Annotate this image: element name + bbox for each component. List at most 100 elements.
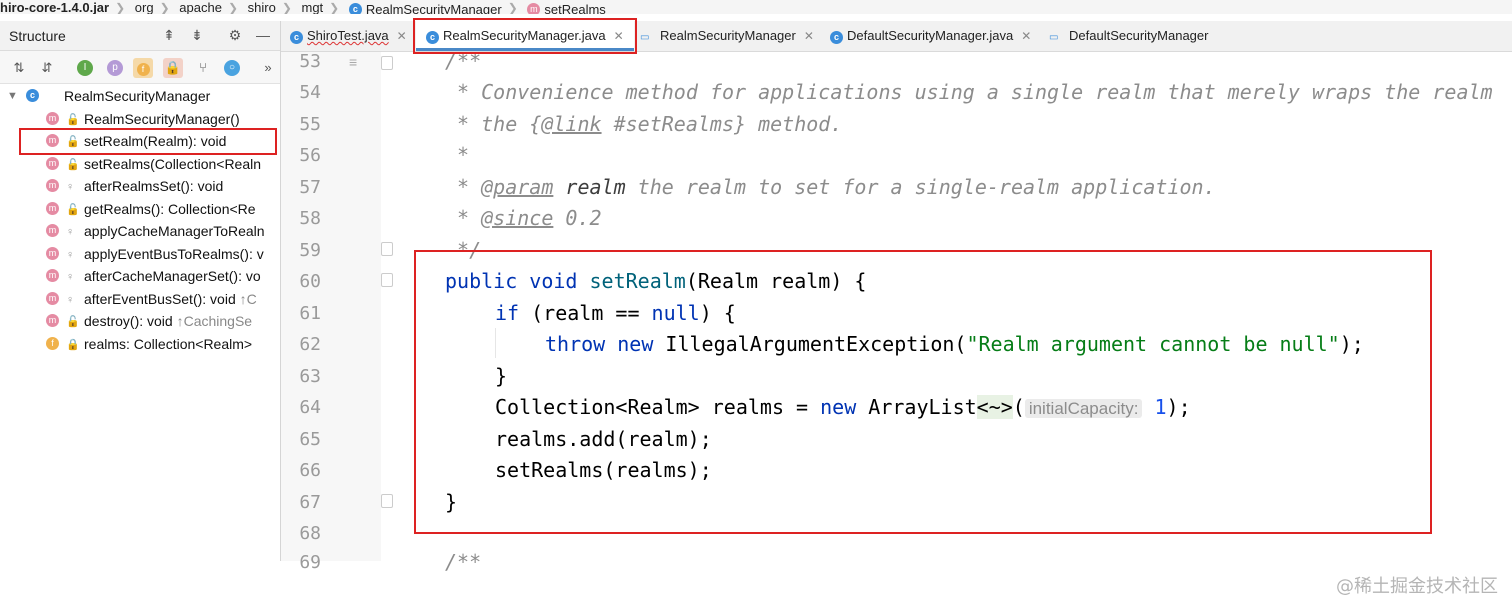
tree-item-label: destroy(): void xyxy=(84,313,177,329)
gear-icon[interactable]: ⚙ xyxy=(226,26,244,44)
tree-item-label: getRealms(): Collection<Re xyxy=(84,201,256,217)
tree-item[interactable]: m ♀ afterEventBusSet(): void ↑C xyxy=(0,288,280,310)
line-number: 68 xyxy=(299,523,321,544)
breadcrumb-separator-icon: ❯ xyxy=(281,1,292,14)
breadcrumb-separator-icon: ❯ xyxy=(329,1,340,14)
tree-item[interactable]: m ♀ applyEventBusToRealms(): v xyxy=(0,243,280,265)
minimize-icon[interactable]: — xyxy=(254,26,272,44)
tree-item[interactable]: m ♀ applyCacheManagerToRealn xyxy=(0,220,280,242)
tree-root[interactable]: ▼ c RealmSecurityManager xyxy=(0,85,280,107)
method-icon: m xyxy=(46,247,59,260)
show-properties-icon[interactable]: p xyxy=(107,60,123,76)
fold-marker-icon[interactable] xyxy=(381,242,393,256)
public-access-icon: 🔓 xyxy=(66,159,80,171)
tree-item-suffix: ↑C xyxy=(239,291,257,307)
tree-item-label: RealmSecurityManager() xyxy=(84,111,240,127)
breadcrumb-item-method[interactable]: m setRealms xyxy=(527,1,606,14)
tree-item-label: afterEventBusSet(): void xyxy=(84,291,240,307)
breadcrumb: hiro-core-1.4.0.jar ❯ org ❯ apache ❯ shiro ❯… xyxy=(0,0,1512,14)
decompiled-class-icon: ▭ xyxy=(640,32,650,43)
tree-item-label: applyEventBusToRealms(): v xyxy=(84,246,264,262)
close-icon[interactable]: ✕ xyxy=(397,29,407,43)
tab-label: RealmSecurityManager xyxy=(660,28,796,43)
show-inherited-icon[interactable]: I xyxy=(77,60,93,76)
breadcrumb-method-label: setRealms xyxy=(544,1,606,14)
tree-item[interactable]: f 🔒 realms: Collection<Realm> xyxy=(0,333,280,355)
tab-defaultsecuritymanager-java[interactable]: c DefaultSecurityManager.java ✕ xyxy=(830,21,1031,51)
code-line-58: * @since 0.2 xyxy=(445,206,602,230)
breadcrumb-item-apache[interactable]: apache xyxy=(179,1,222,15)
highlight-box-tab xyxy=(413,18,637,54)
tab-shirotest[interactable]: c ShiroTest.java ✕ xyxy=(290,21,407,51)
tab-label: ShiroTest.java xyxy=(307,28,389,43)
class-icon: c xyxy=(830,31,843,44)
breadcrumb-item-mgt[interactable]: mgt xyxy=(302,1,324,15)
tree-item-label: realms: Collection<Realm> xyxy=(84,336,253,352)
breadcrumb-item-org[interactable]: org xyxy=(135,1,154,15)
tree-item-label: setRealms(Collection<Realn xyxy=(84,156,262,172)
line-number: 61 xyxy=(299,303,321,324)
highlight-box-tree-item xyxy=(19,128,277,155)
breadcrumb-item-class[interactable]: c RealmSecurityManager xyxy=(348,2,502,14)
sort-alphabetically-icon[interactable]: ⇵ xyxy=(37,58,57,78)
method-icon: m xyxy=(46,224,59,237)
tab-defaultsecuritymanager-decompiled[interactable]: ▭ DefaultSecurityManager xyxy=(1049,21,1208,51)
structure-panel: Structure ⇞ ⇟ ⚙ — ⇅ ⇵ I p f 🔒 ⑂ ○ » ▼ c … xyxy=(0,21,281,561)
method-icon: m xyxy=(46,179,59,192)
class-icon: c xyxy=(290,31,303,44)
hierarchy-icon[interactable]: ⑂ xyxy=(193,58,213,78)
tab-realmsecuritymanager-decompiled[interactable]: ▭ RealmSecurityManager ✕ xyxy=(640,21,814,51)
protected-access-icon: ♀ xyxy=(66,294,75,306)
close-icon[interactable]: ✕ xyxy=(804,29,814,43)
field-icon: f xyxy=(46,337,59,350)
protected-access-icon: ♀ xyxy=(66,271,75,283)
line-number: 60 xyxy=(299,271,321,292)
protected-access-icon: ♀ xyxy=(66,249,75,261)
method-icon: m xyxy=(46,157,59,170)
doc-render-icon[interactable]: ≡ xyxy=(349,54,357,70)
expand-arrow-icon[interactable]: ▼ xyxy=(7,85,18,107)
line-number: 63 xyxy=(299,366,321,387)
line-number: 54 xyxy=(299,82,321,103)
javadoc-param-tag: @param xyxy=(481,175,554,199)
fold-marker-icon[interactable] xyxy=(381,494,393,508)
tree-item-label: afterRealmsSet(): void xyxy=(84,178,224,194)
method-icon: m xyxy=(46,202,59,215)
show-fields-icon[interactable]: f xyxy=(133,58,153,78)
tree-item[interactable]: m 🔓 destroy(): void ↑CachingSe xyxy=(0,310,280,332)
breadcrumb-item-shiro[interactable]: shiro xyxy=(248,1,276,15)
breadcrumb-separator-icon: ❯ xyxy=(159,1,170,14)
close-icon[interactable]: ✕ xyxy=(1021,29,1031,43)
fold-marker-icon[interactable] xyxy=(381,273,393,287)
tree-item[interactable]: m ♀ afterCacheManagerSet(): vo xyxy=(0,265,280,287)
method-icon: m xyxy=(527,3,541,14)
tree-item-label: applyCacheManagerToRealn xyxy=(84,223,265,239)
watermark: @稀土掘金技术社区 xyxy=(1336,576,1498,597)
public-access-icon: 🔓 xyxy=(66,114,80,126)
javadoc-link-tag: @link xyxy=(541,112,602,136)
breadcrumb-item-jar[interactable]: hiro-core-1.4.0.jar xyxy=(0,1,109,15)
tree-item[interactable]: m 🔓 RealmSecurityManager() xyxy=(0,108,280,130)
method-icon: m xyxy=(46,112,59,125)
class-icon: c xyxy=(26,89,39,102)
autoscroll-icon[interactable]: ○ xyxy=(224,60,240,76)
fold-marker-icon[interactable] xyxy=(381,56,393,70)
class-icon: c xyxy=(348,3,362,14)
structure-header: Structure ⇞ ⇟ ⚙ — xyxy=(0,21,280,51)
code-line-56: * xyxy=(445,143,470,167)
expand-all-icon[interactable]: ⇞ xyxy=(160,26,178,44)
method-icon: m xyxy=(46,314,59,327)
line-number: 62 xyxy=(299,334,321,355)
tree-item[interactable]: m 🔓 getRealms(): Collection<Re xyxy=(0,198,280,220)
code-line-69: /** xyxy=(445,550,482,574)
structure-title: Structure xyxy=(9,28,66,44)
sort-by-visibility-icon[interactable]: ⇅ xyxy=(9,58,29,78)
line-number: 59 xyxy=(299,240,321,261)
tree-root-label: RealmSecurityManager xyxy=(64,88,211,104)
line-number: 65 xyxy=(299,429,321,450)
collapse-all-icon[interactable]: ⇟ xyxy=(188,26,206,44)
tree-item[interactable]: m ♀ afterRealmsSet(): void xyxy=(0,175,280,197)
show-non-public-icon[interactable]: 🔒 xyxy=(163,58,183,78)
tree-item[interactable]: m 🔓 setRealms(Collection<Realn xyxy=(0,153,280,175)
more-chevron-icon[interactable]: » xyxy=(258,58,278,78)
